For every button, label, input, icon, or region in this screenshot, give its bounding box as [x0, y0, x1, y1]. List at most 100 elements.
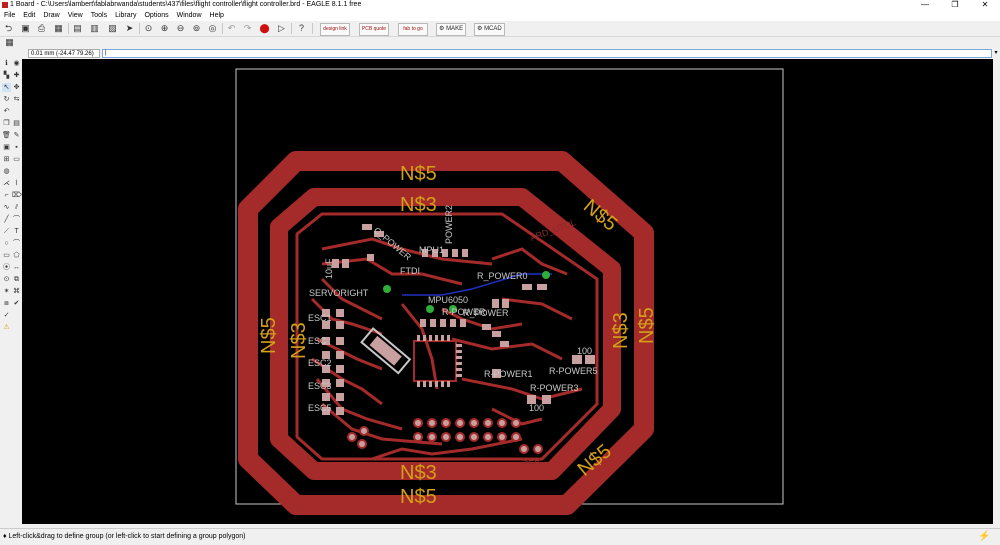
mcad-label: MCAD — [484, 26, 502, 32]
command-row: 0.01 mm (-24.47 79.26) | ▾ — [0, 48, 1000, 59]
name-icon[interactable]: ▭ — [12, 155, 21, 164]
redraw-icon[interactable]: ⊚ — [191, 23, 202, 34]
status-bar: ♦ Left-click&drag to define group (or le… — [0, 528, 1000, 545]
delete-icon[interactable]: 🗑 — [2, 131, 11, 140]
change-icon[interactable]: ✎ — [12, 131, 21, 140]
copy-icon[interactable]: ❐ — [2, 119, 11, 128]
label-mpu6050: MPU6050 — [428, 295, 468, 305]
cam-icon[interactable]: ▦ — [53, 23, 64, 34]
rectangle-icon[interactable]: ▭ — [2, 251, 11, 260]
go-status-icon[interactable]: ⚡ — [978, 531, 990, 543]
stop-icon[interactable]: ⬤ — [259, 23, 270, 34]
via-icon[interactable]: ⦿ — [2, 263, 11, 272]
chevron-down-icon[interactable]: ▾ — [992, 49, 1000, 58]
make-button[interactable]: ⚙ MAKE — [436, 23, 467, 36]
zoom-select-icon[interactable]: ◎ — [207, 23, 218, 34]
menu-draw[interactable]: Draw — [39, 10, 63, 21]
menu-options[interactable]: Options — [140, 10, 172, 21]
net-label-n3-top: N$3 — [400, 194, 437, 216]
status-message: ♦ Left-click&drag to define group (or le… — [3, 533, 246, 540]
value-icon[interactable]: ◍ — [2, 167, 11, 176]
run-icon[interactable]: ➤ — [124, 23, 135, 34]
close-button[interactable]: ✕ — [970, 0, 1000, 10]
mcad-button[interactable]: ⚙ MCAD — [474, 23, 505, 36]
arc-icon[interactable]: ⌒ — [12, 215, 21, 224]
minimize-button[interactable]: — — [910, 0, 940, 10]
save-icon[interactable]: ▣ — [20, 23, 31, 34]
show-icon[interactable]: ◉ — [12, 59, 21, 68]
auto-icon[interactable]: ⌘ — [12, 287, 21, 296]
route-icon[interactable]: ⌐ — [2, 191, 11, 200]
undo-tool-icon[interactable]: ↶ — [2, 107, 11, 116]
ripup-icon[interactable]: ⌦ — [12, 191, 22, 200]
warning-icon[interactable]: ⚠ — [2, 323, 11, 332]
print-icon[interactable]: ⎙ — [36, 23, 47, 34]
smash-icon[interactable]: ⊞ — [2, 155, 11, 164]
help-icon[interactable]: ? — [296, 23, 307, 34]
coordinate-display: 0.01 mm (-24.47 79.26) — [28, 49, 100, 58]
mark-icon[interactable]: ✚ — [12, 71, 21, 80]
attribute-icon[interactable]: ⧉ — [12, 275, 21, 284]
menu-library[interactable]: Library — [111, 10, 140, 21]
menu-tools[interactable]: Tools — [87, 10, 111, 21]
design-link-button[interactable]: design link — [320, 23, 350, 36]
group-icon[interactable]: ⧈ — [2, 299, 11, 308]
select-icon[interactable]: ↖ — [2, 83, 11, 92]
command-line-input[interactable]: | — [102, 49, 992, 58]
label-power2: POWER2 — [444, 205, 454, 244]
label-100a: 100 — [577, 346, 592, 356]
undo-icon[interactable]: ↶ — [226, 23, 237, 34]
label-esc: ESC — [308, 336, 327, 346]
open-icon[interactable]: ⮌ — [3, 23, 14, 34]
lock-icon[interactable]: ▪ — [12, 143, 21, 152]
replace-icon[interactable]: ▣ — [2, 143, 11, 152]
menu-window[interactable]: Window — [173, 10, 206, 21]
polygon-icon[interactable]: ⬠ — [12, 251, 21, 260]
vertical-scrollbar[interactable] — [993, 59, 1000, 524]
go-icon[interactable]: ▷ — [276, 23, 287, 34]
rotate-icon[interactable]: ↻ — [2, 95, 11, 104]
ratsnest-icon[interactable]: ✶ — [2, 287, 11, 296]
move-icon[interactable]: ✥ — [12, 83, 21, 92]
optimize-icon[interactable]: ⌇ — [12, 179, 21, 188]
menu-view[interactable]: View — [64, 10, 87, 21]
label-esc3: ESC3 — [308, 381, 332, 391]
dimension-icon[interactable]: ↔ — [12, 263, 21, 272]
left-tool-palette: ℹ ◉ ▚ ✚ ↖ ✥ ↻ ⇆ ↶ ❐ ▤ 🗑 ✎ ▣ ▪ ⊞ ▭ ◍ ⋌ ⌇ … — [0, 59, 22, 524]
curve-icon[interactable]: ⌒ — [12, 239, 21, 248]
line-icon[interactable]: ⟋ — [2, 227, 11, 236]
label-ser: SER — [522, 456, 541, 466]
label-mpu-power: R-POWER — [442, 307, 486, 317]
zoom-out-icon[interactable]: ⊖ — [175, 23, 186, 34]
erc-icon[interactable]: ✓ — [2, 311, 11, 320]
board-icon[interactable]: ▤ — [72, 23, 83, 34]
circle-icon[interactable]: ○ — [2, 239, 11, 248]
menu-help[interactable]: Help — [206, 10, 228, 21]
display-icon[interactable]: ▚ — [2, 71, 11, 80]
label-esc2: ESC2 — [308, 358, 332, 368]
board-canvas[interactable]: N$5 N$3 N$5 N$5 N$3 N$3 N$5 N$3 N$5 N$5 … — [22, 59, 993, 524]
text-icon[interactable]: T — [12, 227, 21, 236]
menu-edit[interactable]: Edit — [19, 10, 39, 21]
label-mpu1: MPU1 — [419, 245, 444, 255]
ulp-icon[interactable]: ▨ — [107, 23, 118, 34]
drc-icon[interactable]: ✔ — [12, 299, 21, 308]
pcb-quote-button[interactable]: PCB quote — [359, 23, 389, 36]
zoom-in-icon[interactable]: ⊕ — [159, 23, 170, 34]
grid-icon[interactable]: ▦ — [4, 37, 15, 48]
script-icon[interactable]: ▥ — [89, 23, 100, 34]
mirror-icon[interactable]: ⇆ — [12, 95, 21, 104]
fab-to-go-button[interactable]: fab to go — [398, 23, 428, 36]
menu-file[interactable]: File — [0, 10, 19, 21]
info-icon[interactable]: ℹ — [2, 59, 11, 68]
split-icon[interactable]: ⋌ — [2, 179, 11, 188]
slice-icon[interactable]: ⫽ — [12, 203, 21, 212]
redo-icon[interactable]: ↷ — [242, 23, 253, 34]
meander-icon[interactable]: ∿ — [2, 203, 11, 212]
pcb-layout: N$5 N$3 N$5 N$5 N$3 N$3 N$5 N$3 N$5 N$5 … — [235, 68, 784, 515]
paste-icon[interactable]: ▤ — [12, 119, 21, 128]
wire-icon[interactable]: ╱ — [2, 215, 11, 224]
hole-icon[interactable]: ⊙ — [2, 275, 11, 284]
zoom-fit-icon[interactable]: ⊙ — [143, 23, 154, 34]
maximize-button[interactable]: ❐ — [940, 0, 970, 10]
